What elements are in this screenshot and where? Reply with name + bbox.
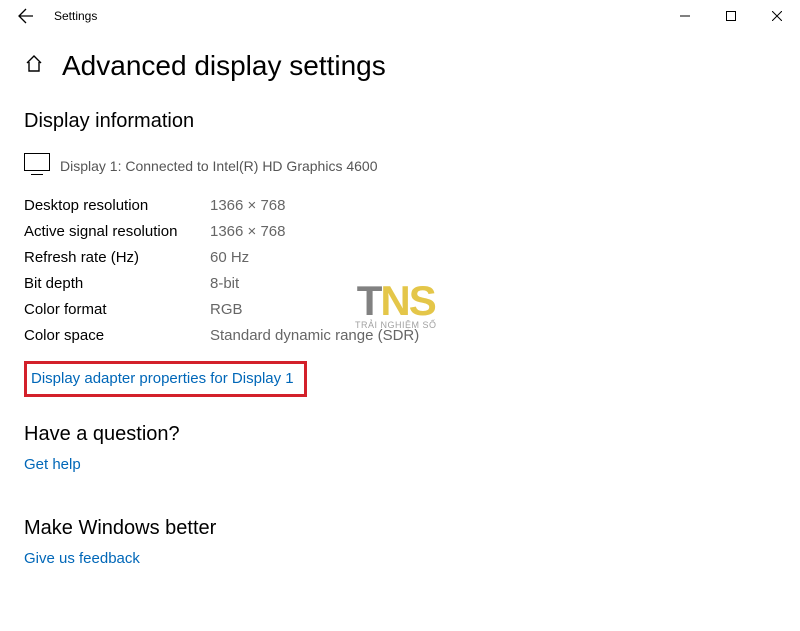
info-value: 1366 × 768 [210, 219, 286, 245]
info-value: 60 Hz [210, 245, 249, 271]
info-row: Desktop resolution 1366 × 768 [24, 193, 776, 219]
minimize-button[interactable] [662, 0, 708, 32]
info-row: Color format RGB [24, 297, 776, 323]
info-row: Color space Standard dynamic range (SDR) [24, 323, 776, 349]
info-label: Bit depth [24, 271, 210, 297]
info-value: RGB [210, 297, 243, 323]
close-icon [772, 11, 782, 21]
content-area: Advanced display settings Display inform… [0, 32, 800, 568]
home-button[interactable] [24, 54, 44, 79]
monitor-row: Display 1: Connected to Intel(R) HD Grap… [24, 153, 776, 175]
feedback-link[interactable]: Give us feedback [24, 550, 140, 567]
minimize-icon [680, 11, 690, 21]
maximize-icon [726, 11, 736, 21]
window-controls [662, 0, 800, 32]
arrow-left-icon [18, 8, 34, 24]
better-heading: Make Windows better [24, 517, 776, 540]
info-label: Desktop resolution [24, 193, 210, 219]
monitor-icon [24, 153, 50, 175]
info-row: Bit depth 8-bit [24, 271, 776, 297]
info-row: Active signal resolution 1366 × 768 [24, 219, 776, 245]
info-label: Color space [24, 323, 210, 349]
close-button[interactable] [754, 0, 800, 32]
info-value: Standard dynamic range (SDR) [210, 323, 419, 349]
monitor-connected-text: Display 1: Connected to Intel(R) HD Grap… [60, 158, 377, 175]
info-label: Refresh rate (Hz) [24, 245, 210, 271]
maximize-button[interactable] [708, 0, 754, 32]
info-label: Active signal resolution [24, 219, 210, 245]
page-title: Advanced display settings [62, 50, 386, 82]
window-title: Settings [54, 9, 97, 23]
adapter-link-highlight: Display adapter properties for Display 1 [24, 361, 307, 397]
info-value: 1366 × 768 [210, 193, 286, 219]
question-heading: Have a question? [24, 423, 776, 446]
display-adapter-link[interactable]: Display adapter properties for Display 1 [31, 370, 294, 387]
display-info-table: Desktop resolution 1366 × 768 Active sig… [24, 193, 776, 349]
info-label: Color format [24, 297, 210, 323]
info-value: 8-bit [210, 271, 239, 297]
page-header: Advanced display settings [24, 50, 776, 82]
home-icon [24, 54, 44, 74]
titlebar: Settings [0, 0, 800, 32]
get-help-link[interactable]: Get help [24, 456, 81, 473]
info-row: Refresh rate (Hz) 60 Hz [24, 245, 776, 271]
back-button[interactable] [10, 0, 42, 32]
display-info-heading: Display information [24, 110, 776, 133]
